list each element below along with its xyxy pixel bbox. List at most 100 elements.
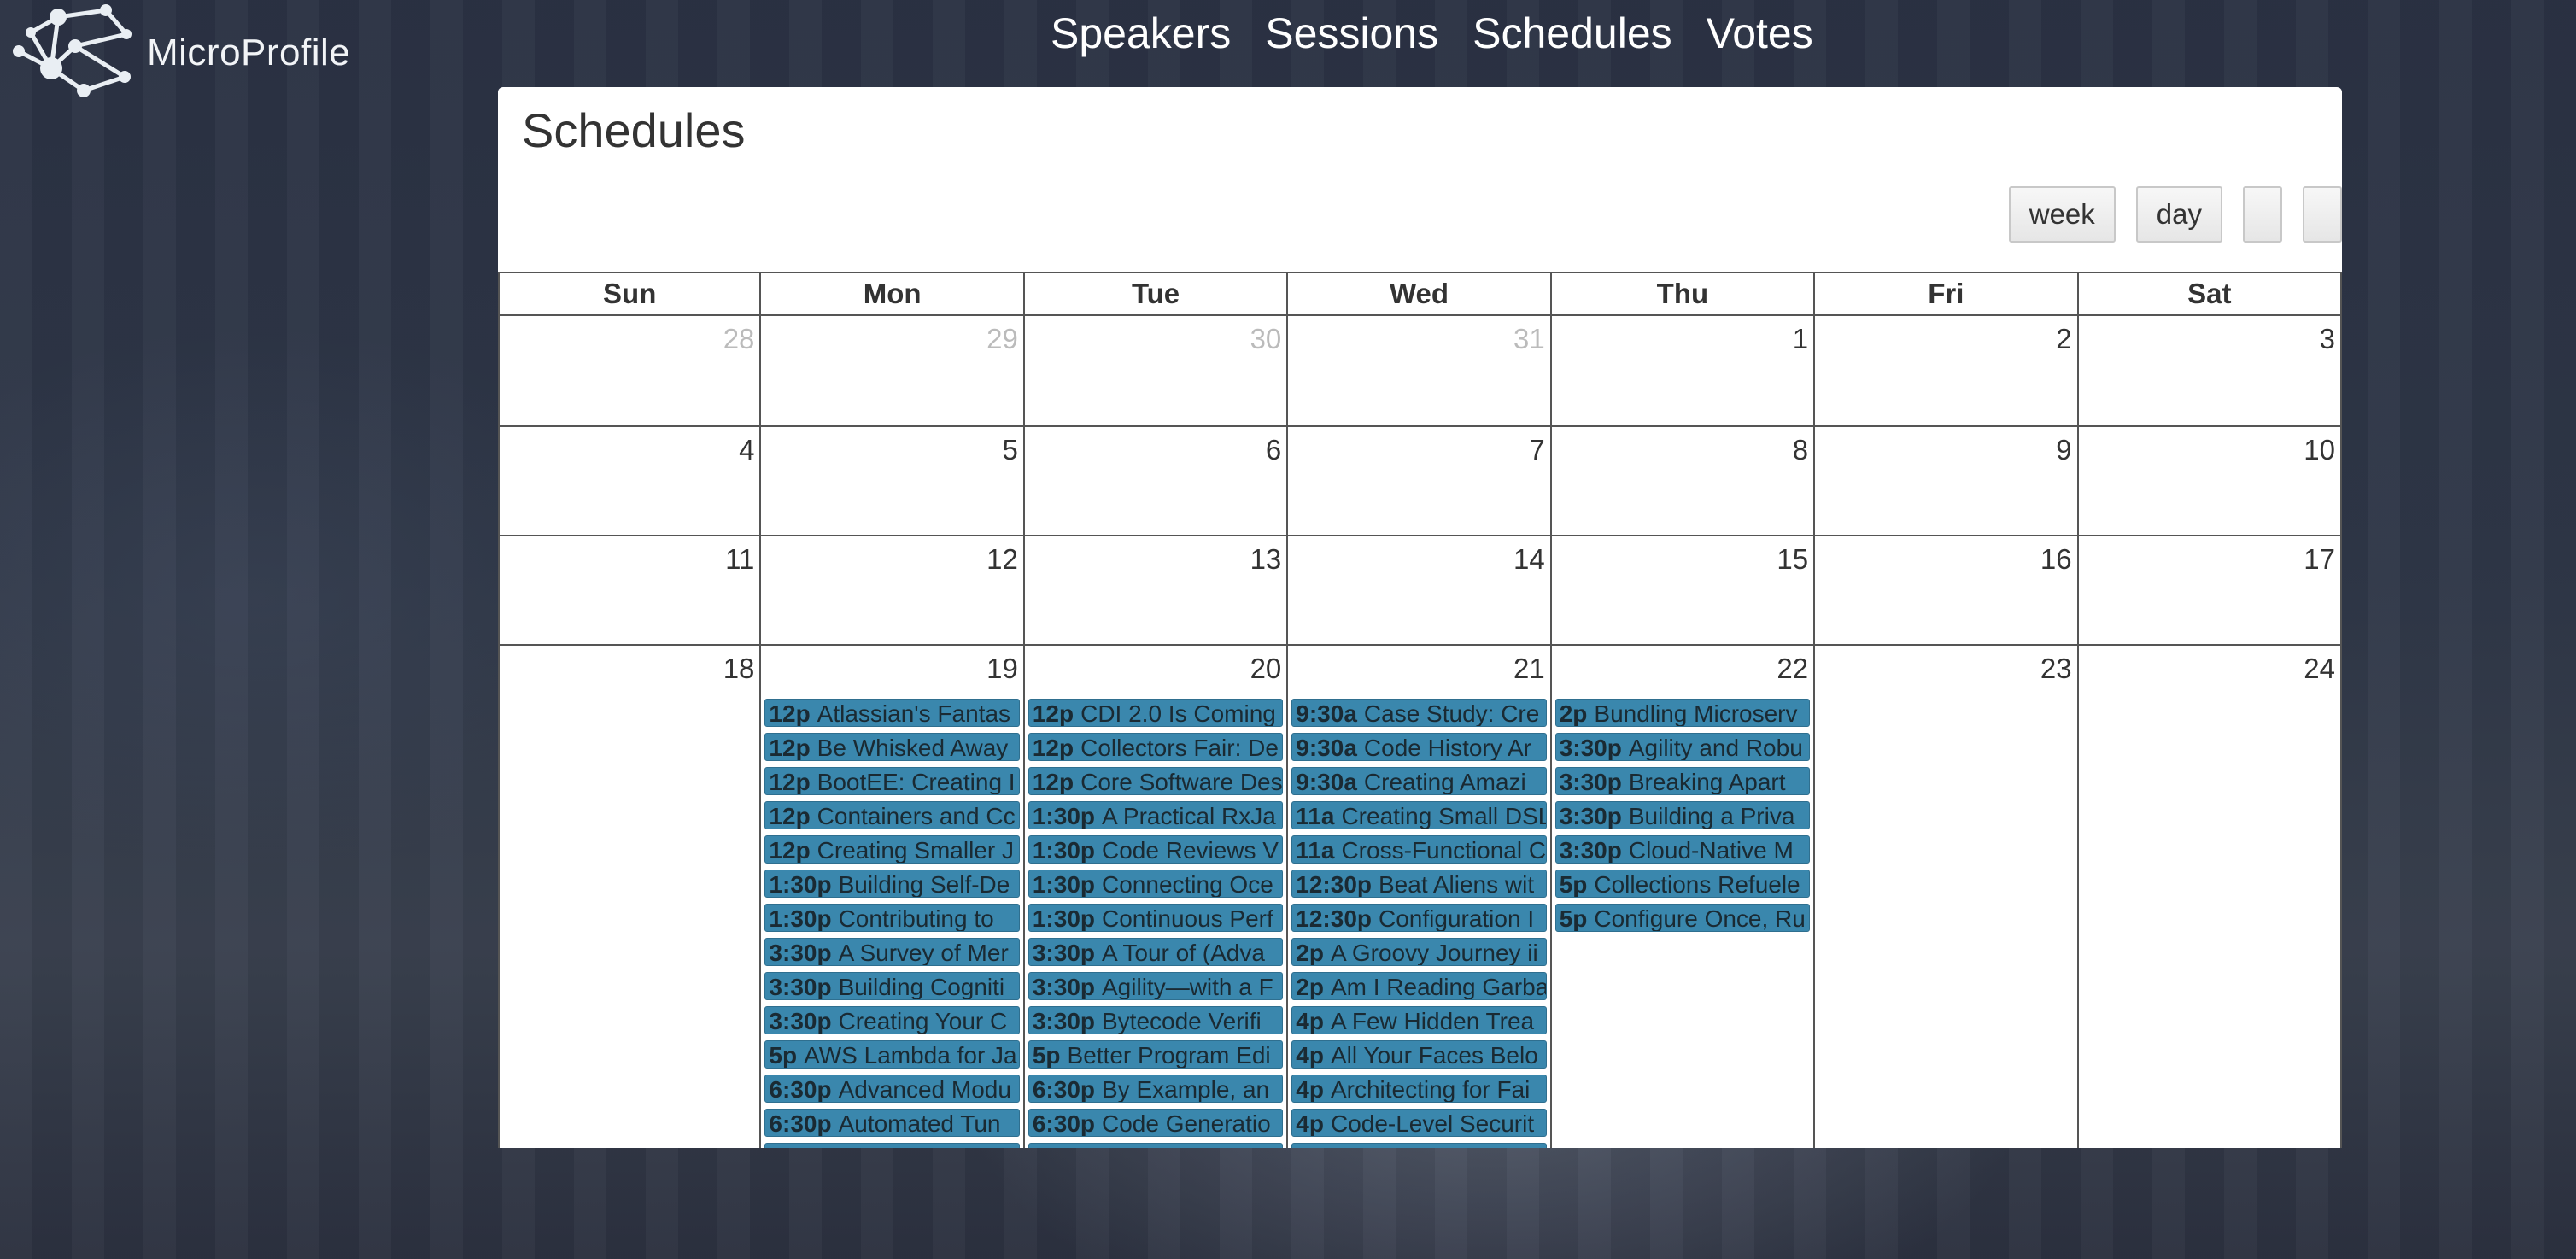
day-cell[interactable]: 12 [761, 536, 1025, 646]
day-cell[interactable]: 29 [761, 316, 1025, 427]
day-number[interactable]: 1 [1793, 323, 1808, 355]
calendar-event[interactable]: 11a Cross-Functional C [1291, 835, 1547, 864]
day-cell[interactable]: 17 [2078, 536, 2342, 646]
nav-sessions[interactable]: Sessions [1265, 9, 1438, 58]
day-cell[interactable]: 18 [498, 646, 762, 1148]
day-cell[interactable]: 4 [498, 427, 762, 536]
day-number[interactable]: 12 [986, 543, 1018, 576]
calendar-event[interactable]: 12p Collectors Fair: De [1027, 733, 1284, 761]
calendar-event[interactable] [764, 1143, 1020, 1148]
day-cell[interactable]: 28 [498, 316, 762, 427]
calendar-event[interactable]: 6:30p By Example, an [1027, 1075, 1284, 1103]
day-cell[interactable]: 3 [2078, 316, 2342, 427]
day-cell[interactable]: 10 [2078, 427, 2342, 536]
day-cell[interactable]: 21 9:30a Case Study: Cre 9:30a Code History … [1288, 646, 1552, 1148]
day-number[interactable]: 7 [1529, 434, 1544, 466]
nav-speakers[interactable]: Speakers [1051, 9, 1231, 58]
calendar-event[interactable]: 12p Containers and Cc [764, 801, 1020, 829]
day-cell[interactable]: 14 [1288, 536, 1552, 646]
calendar-event[interactable]: 3:30p Agility—with a F [1027, 972, 1284, 1000]
day-cell[interactable]: 24 [2079, 646, 2342, 1148]
day-number[interactable]: 18 [723, 653, 755, 685]
calendar-event[interactable]: 9:30a Case Study: Cre [1291, 699, 1547, 727]
calendar-event[interactable]: 1:30p Code Reviews V [1027, 835, 1284, 864]
day-number[interactable]: 28 [723, 323, 755, 355]
day-cell[interactable]: 9 [1815, 427, 2079, 536]
calendar-event[interactable]: 5p Better Program Edi [1027, 1040, 1284, 1069]
calendar-event[interactable]: 1:30p Continuous Perf [1027, 904, 1284, 932]
day-cell[interactable]: 13 [1024, 536, 1289, 646]
day-number[interactable]: 24 [2304, 653, 2335, 685]
calendar-event[interactable]: 2p Am I Reading Garba [1291, 972, 1547, 1000]
day-number[interactable]: 3 [2320, 323, 2335, 355]
nav-votes[interactable]: Votes [1707, 9, 1813, 58]
day-cell[interactable]: 22 2p Bundling Microserv 3:30p Agility and R… [1552, 646, 1816, 1148]
day-cell[interactable]: 31 [1288, 316, 1552, 427]
day-cell[interactable]: 16 [1815, 536, 2079, 646]
day-cell[interactable]: 19 12p Atlassian's Fantas 12p Be Whisked Awa… [761, 646, 1025, 1148]
calendar-event[interactable]: 12p Be Whisked Away [764, 733, 1020, 761]
calendar-event[interactable]: 12p Core Software Des [1027, 767, 1284, 795]
day-number[interactable]: 15 [1777, 543, 1808, 576]
calendar-event[interactable]: 4p All Your Faces Belo [1291, 1040, 1547, 1069]
day-number[interactable]: 4 [739, 434, 754, 466]
calendar-event[interactable]: 3:30p Cloud-Native M [1554, 835, 1811, 864]
calendar-event[interactable]: 4p Architecting for Fai [1291, 1075, 1547, 1103]
calendar-event[interactable]: 3:30p Building a Priva [1554, 801, 1811, 829]
calendar-event[interactable]: 4p A Few Hidden Trea [1291, 1006, 1547, 1034]
day-cell[interactable]: 1 [1551, 316, 1816, 427]
day-number[interactable]: 10 [2304, 434, 2335, 466]
day-number[interactable]: 23 [2040, 653, 2072, 685]
toolbar-button-3[interactable] [2243, 186, 2282, 243]
calendar-event[interactable]: 5p AWS Lambda for Ja [764, 1040, 1020, 1069]
toolbar-button-4[interactable] [2303, 186, 2342, 243]
day-number[interactable]: 2 [2056, 323, 2071, 355]
calendar-event[interactable]: 9:30a Code History Ar [1291, 733, 1547, 761]
calendar-event[interactable] [1291, 1143, 1547, 1148]
day-cell[interactable]: 2 [1815, 316, 2079, 427]
day-number[interactable]: 14 [1513, 543, 1545, 576]
calendar-event[interactable]: 3:30p Bytecode Verifi [1027, 1006, 1284, 1034]
logo[interactable]: MicroProfile [7, 2, 350, 99]
day-cell[interactable]: 15 [1551, 536, 1816, 646]
calendar-event[interactable]: 6:30p Advanced Modu [764, 1075, 1020, 1103]
calendar-event[interactable]: 1:30p Contributing to [764, 904, 1020, 932]
calendar-event[interactable]: 1:30p Building Self-De [764, 870, 1020, 898]
day-number[interactable]: 20 [1250, 653, 1282, 685]
day-cell[interactable]: 6 [1024, 427, 1289, 536]
calendar-event[interactable]: 3:30p A Survey of Mer [764, 938, 1020, 966]
day-cell[interactable]: 8 [1551, 427, 1816, 536]
calendar-event[interactable]: 12:30p Configuration I [1291, 904, 1547, 932]
calendar-event[interactable] [1027, 1143, 1284, 1148]
calendar-event[interactable]: 12p Creating Smaller J [764, 835, 1020, 864]
calendar-event[interactable]: 12p Atlassian's Fantas [764, 699, 1020, 727]
day-cell[interactable]: 20 12p CDI 2.0 Is Coming 12p Collectors Fair… [1025, 646, 1289, 1148]
calendar-event[interactable]: 3:30p Breaking Apart [1554, 767, 1811, 795]
day-number[interactable]: 9 [2056, 434, 2071, 466]
day-view-button[interactable]: day [2135, 186, 2222, 243]
calendar-event[interactable]: 1:30p Connecting Oce [1027, 870, 1284, 898]
day-number[interactable]: 13 [1250, 543, 1282, 576]
day-number[interactable]: 19 [986, 653, 1018, 685]
day-cell[interactable]: 23 [1815, 646, 2079, 1148]
calendar-event[interactable]: 11a Creating Small DSL [1291, 801, 1547, 829]
day-number[interactable]: 30 [1250, 323, 1282, 355]
day-number[interactable]: 5 [1002, 434, 1017, 466]
day-number[interactable]: 17 [2304, 543, 2335, 576]
day-cell[interactable]: 5 [761, 427, 1025, 536]
calendar-event[interactable]: 3:30p A Tour of (Adva [1027, 938, 1284, 966]
calendar-event[interactable]: 5p Collections Refuele [1554, 870, 1811, 898]
calendar-event[interactable]: 2p Bundling Microserv [1554, 699, 1811, 727]
calendar-event[interactable]: 5p Configure Once, Ru [1554, 904, 1811, 932]
calendar-event[interactable]: 2p A Groovy Journey ii [1291, 938, 1547, 966]
day-cell[interactable]: 7 [1288, 427, 1552, 536]
day-cell[interactable]: 11 [498, 536, 762, 646]
nav-schedules[interactable]: Schedules [1472, 9, 1672, 58]
calendar-event[interactable]: 12p CDI 2.0 Is Coming [1027, 699, 1284, 727]
calendar-event[interactable]: 9:30a Creating Amazi [1291, 767, 1547, 795]
day-number[interactable]: 29 [986, 323, 1018, 355]
day-number[interactable]: 11 [725, 543, 754, 576]
calendar-event[interactable]: 6:30p Automated Tun [764, 1109, 1020, 1137]
calendar-event[interactable]: 1:30p A Practical RxJa [1027, 801, 1284, 829]
day-cell[interactable]: 30 [1024, 316, 1289, 427]
